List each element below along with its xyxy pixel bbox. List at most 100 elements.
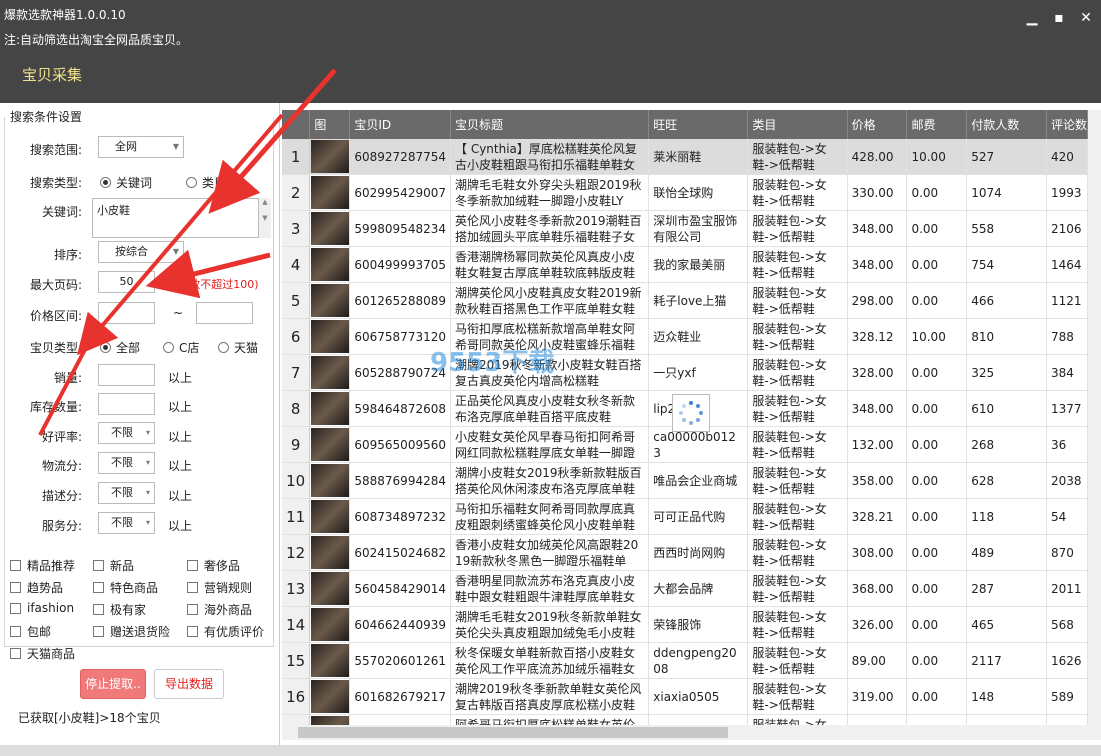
cell-comments: 2011 (1046, 570, 1088, 607)
item-type-cshop-radio[interactable]: C店 (163, 339, 199, 356)
table-row[interactable]: 5 601265288089 潮牌英伦风小皮鞋真皮女鞋2019新款秋鞋百搭黑色工作平… (282, 282, 1088, 319)
col-header[interactable] (282, 110, 311, 139)
filter-checkbox[interactable]: 营销规则 (187, 579, 252, 596)
max-page-input[interactable]: 50 (98, 271, 155, 293)
cell-buyers: 785 (966, 714, 1047, 725)
sort-select[interactable]: 按综合 ▼ (98, 241, 184, 263)
shoe-image (310, 356, 349, 389)
vertical-scrollbar[interactable] (1088, 110, 1101, 740)
item-type-tmall-radio[interactable]: 天猫 (218, 339, 258, 356)
filter-checkbox[interactable]: 极有家 (93, 601, 146, 618)
row-number: 6 (282, 318, 311, 355)
cell-item-id: 600164032731 (349, 714, 451, 725)
col-header[interactable]: 邮费 (906, 110, 968, 139)
col-header[interactable]: 宝贝ID (349, 110, 451, 139)
table-row[interactable]: 15 557020601261 秋冬保暖女单鞋新款百搭小皮鞋女英伦风工作平底流苏加绒… (282, 642, 1088, 679)
type-keyword-radio[interactable]: 关键词 (100, 174, 152, 191)
cell-comments: 1377 (1046, 390, 1088, 427)
col-header[interactable]: 宝贝标题 (450, 110, 650, 139)
cell-item-id: 602995429007 (349, 174, 451, 211)
product-thumbnail (309, 174, 351, 211)
col-header[interactable]: 评论数 (1046, 110, 1088, 139)
horizontal-scrollbar[interactable] (282, 725, 1088, 740)
description-select[interactable]: 不限 ▾ (98, 482, 155, 504)
table-row[interactable]: 11 608734897232 马衔扣乐福鞋女阿希哥同款厚底真皮粗跟刺绣蜜蜂英伦风小… (282, 498, 1088, 535)
minimize-icon[interactable]: ▁ (1022, 8, 1042, 28)
item-type-all-radio[interactable]: 全部 (100, 339, 140, 356)
filter-checkbox[interactable]: 奢侈品 (187, 557, 240, 574)
table-row[interactable]: 16 601682679217 潮牌2019秋冬季新款单鞋女英伦风复古韩版百搭真皮厚… (282, 678, 1088, 715)
cell-postage: 10.00 (906, 318, 968, 355)
service-select[interactable]: 不限 ▾ (98, 512, 155, 534)
service-suffix: 以上 (168, 519, 193, 533)
price-max-input[interactable] (196, 302, 253, 324)
type-category-radio[interactable]: 类目 (186, 174, 226, 191)
bottom-bar (0, 745, 1101, 756)
product-thumbnail (309, 462, 351, 499)
cell-postage: 0.00 (906, 498, 968, 535)
close-icon[interactable]: ✕ (1076, 8, 1096, 28)
description-label: 描述分: (41, 489, 82, 503)
cell-wangwang: 迈众鞋业 (648, 318, 749, 355)
cell-category: 服装鞋包->女鞋->低帮鞋 (747, 642, 848, 679)
table-row[interactable]: 4 600499993705 香港潮牌杨幂同款英伦风真皮小皮鞋女鞋复古厚底单鞋软底韩… (282, 246, 1088, 283)
maximize-icon[interactable]: ▪ (1049, 8, 1069, 28)
row-number: 7 (282, 354, 311, 391)
col-header[interactable]: 类目 (747, 110, 848, 139)
filter-checkbox[interactable]: 海外商品 (187, 601, 252, 618)
table-row[interactable]: 13 560458429014 香港明星同款流苏布洛克真皮小皮鞋中跟女鞋粗跟牛津鞋厚… (282, 570, 1088, 607)
cell-item-id: 601682679217 (349, 678, 451, 715)
filter-checkbox[interactable]: 趋势品 (10, 579, 63, 596)
product-thumbnail (309, 354, 351, 391)
keyword-scrollbar[interactable]: ▲ ▼ (259, 198, 271, 238)
filter-checkbox[interactable]: 新品 (93, 557, 134, 574)
filter-checkbox[interactable]: 天猫商品 (10, 645, 75, 662)
cell-title: 马衔扣乐福鞋女阿希哥同款厚底真皮粗跟刺绣蜜蜂英伦风小皮鞋单鞋 (450, 498, 650, 535)
stock-input[interactable] (98, 393, 155, 415)
table-row[interactable]: 7 605288790724 潮牌2019秋冬新款小皮鞋女鞋百搭复古真皮英伦内增高松… (282, 354, 1088, 391)
logistics-select[interactable]: 不限 ▾ (98, 452, 155, 474)
export-button[interactable]: 导出数据 (154, 669, 224, 699)
keyword-input[interactable]: 小皮鞋 (92, 198, 259, 238)
app-note: 注:自动筛选出淘宝全网品质宝贝。 (4, 33, 189, 47)
cell-buyers: 628 (966, 462, 1047, 499)
cell-buyers: 466 (966, 282, 1047, 319)
row-number: 5 (282, 282, 311, 319)
table-header: 图 宝贝ID 宝贝标题 旺旺 类目 价格 邮费 付款人数 评论数 (282, 110, 1088, 139)
filter-checkbox[interactable]: 精品推荐 (10, 557, 75, 574)
filter-checkbox[interactable]: 包邮 (10, 623, 51, 640)
table-row[interactable]: 12 602415024682 香港小皮鞋女加绒英伦风高跟鞋2019新款秋冬黑色一脚… (282, 534, 1088, 571)
table-row[interactable]: 6 606758773120 马衔扣厚底松糕新款增高单鞋女阿希哥同款英伦风小皮鞋蜜蜂… (282, 318, 1088, 355)
cell-wangwang: 西西时尚网购 (648, 534, 749, 571)
table-row[interactable]: 3 599809548234 英伦风小皮鞋冬季新款2019潮鞋百搭加绒圆头平底单鞋乐… (282, 210, 1088, 247)
description-suffix: 以上 (168, 489, 193, 503)
scroll-thumb[interactable] (298, 727, 728, 738)
good-rate-select[interactable]: 不限 ▾ (98, 422, 155, 444)
table-row[interactable]: 17 600164032731阿希哥马衔扣厚底松糕单鞋女英伦风小皮鞋女2019秋季… (282, 714, 1088, 725)
filter-checkbox[interactable]: ifashion (10, 601, 74, 615)
col-header[interactable]: 图 (309, 110, 351, 139)
tab-item-collect[interactable]: 宝贝采集 (22, 64, 82, 85)
filter-checkbox[interactable]: 特色商品 (93, 579, 158, 596)
cell-title: 【 Cynthia】厚底松糕鞋英伦风复古小皮鞋粗跟马衔扣乐福鞋单鞋女 (450, 139, 650, 175)
table-row[interactable]: 2 602995429007 潮牌毛毛鞋女外穿尖头粗跟2019秋冬季新款加绒鞋一脚蹬… (282, 174, 1088, 211)
filter-checkbox[interactable]: 有优质评价 (187, 623, 264, 640)
sales-input[interactable] (98, 364, 155, 386)
col-header[interactable]: 付款人数 (966, 110, 1047, 139)
cell-wangwang: xiaxia0505 (648, 678, 749, 715)
cell-comments: 589 (1046, 678, 1088, 715)
scope-select[interactable]: 全网 ▼ (98, 136, 184, 158)
cell-category: 服装鞋包->女鞋->低帮鞋 (747, 354, 848, 391)
price-min-input[interactable] (98, 302, 155, 324)
shoe-image (310, 536, 349, 569)
sales-label: 销量: (53, 371, 82, 385)
table-row[interactable]: 1 608927287754 【 Cynthia】厚底松糕鞋英伦风复古小皮鞋粗跟马衔… (282, 139, 1088, 175)
stop-button[interactable]: 停止提取.. (80, 669, 146, 699)
col-header[interactable]: 旺旺 (648, 110, 749, 139)
filter-checkbox[interactable]: 赠送退货险 (93, 623, 170, 640)
col-header[interactable]: 价格 (847, 110, 908, 139)
table-row[interactable]: 10 588876994284 潮牌小皮鞋女2019秋季新款鞋版百搭英伦风休闲漆皮布… (282, 462, 1088, 499)
table-row[interactable]: 14 604662440939 潮牌毛毛鞋女2019秋冬新款单鞋女英伦尖头真皮粗跟加… (282, 606, 1088, 643)
row-number: 12 (282, 534, 311, 571)
cell-wangwang: 大都会品牌 (648, 570, 749, 607)
